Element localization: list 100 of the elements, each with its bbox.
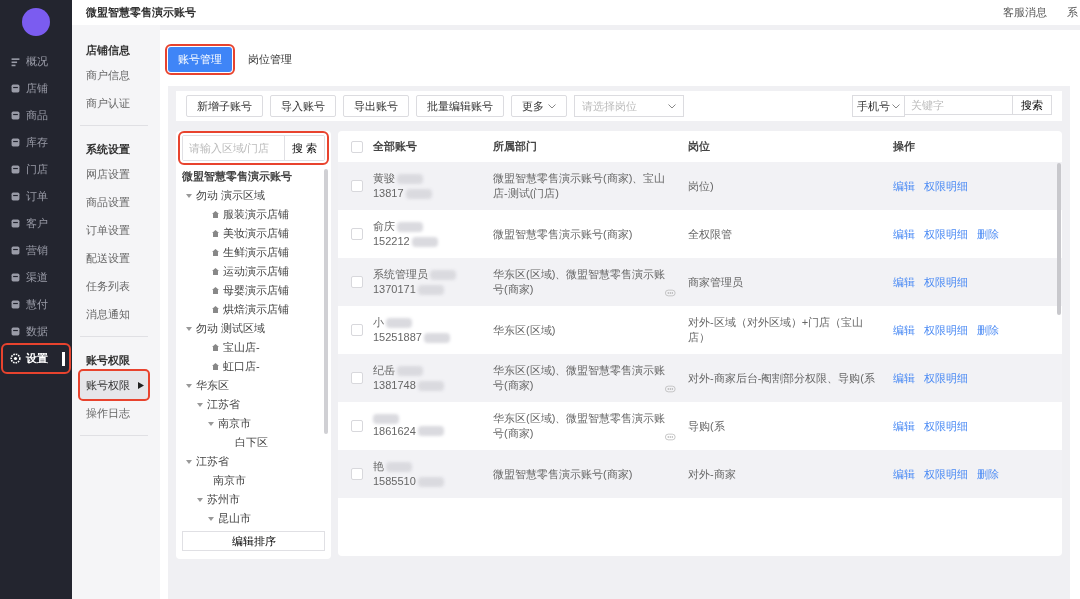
checkbox[interactable]: [351, 276, 363, 288]
toolbar-button[interactable]: 新增子账号: [186, 95, 263, 117]
action-link[interactable]: 权限明细: [924, 178, 968, 194]
action-link[interactable]: 编辑: [893, 178, 915, 194]
expanded-arrow-icon[interactable]: [186, 459, 192, 464]
tree-node[interactable]: 服装演示店铺: [223, 207, 289, 222]
department-text: 华东区(区域)、微盟智慧零售演示账号(商家): [493, 411, 666, 441]
tree-node[interactable]: 母婴演示店铺: [223, 283, 289, 298]
department-text: 微盟智慧零售演示账号(商家): [493, 226, 633, 242]
nav-item[interactable]: 营销: [3, 237, 69, 264]
action-link[interactable]: 编辑: [893, 322, 915, 338]
scrollbar[interactable]: [1057, 163, 1061, 315]
checkbox[interactable]: [351, 420, 363, 432]
tree-node[interactable]: 白下区: [235, 435, 268, 450]
nav-item[interactable]: 店铺: [3, 75, 69, 102]
submenu-item[interactable]: 商户信息: [80, 61, 148, 89]
tree-root[interactable]: 微盟智慧零售演示账号: [182, 167, 317, 186]
action-link[interactable]: 编辑: [893, 466, 915, 482]
checkbox[interactable]: [351, 372, 363, 384]
tree-search-button[interactable]: 搜 索: [283, 136, 324, 160]
action-link[interactable]: 权限明细: [924, 226, 968, 242]
submenu-item[interactable]: 网店设置: [80, 160, 148, 188]
tree-node[interactable]: 宝山店-: [223, 340, 260, 355]
tab[interactable]: 岗位管理: [238, 46, 302, 72]
redaction-mark: [417, 426, 444, 436]
nav-item[interactable]: 设置: [3, 345, 69, 372]
toolbar-button[interactable]: 批量编辑账号: [416, 95, 504, 117]
submenu-item[interactable]: 商户认证: [80, 89, 148, 117]
more-dropdown[interactable]: 更多: [511, 95, 567, 117]
keyword-field[interactable]: 关键字: [905, 95, 1013, 115]
search-button[interactable]: 搜索: [1013, 95, 1052, 115]
expanded-arrow-icon[interactable]: [186, 326, 192, 331]
expanded-arrow-icon[interactable]: [208, 421, 214, 426]
more-icon[interactable]: [665, 433, 676, 441]
action-link[interactable]: 权限明细: [924, 418, 968, 434]
toolbar-button[interactable]: 导出账号: [343, 95, 409, 117]
action-link[interactable]: 删除: [977, 226, 999, 242]
search-type-select[interactable]: 手机号: [852, 95, 905, 117]
tree-node[interactable]: 南京市: [218, 416, 251, 431]
action-link[interactable]: 编辑: [893, 274, 915, 290]
nav-item[interactable]: 门店: [3, 156, 69, 183]
toolbar-button[interactable]: 导入账号: [270, 95, 336, 117]
tab[interactable]: 账号管理: [168, 46, 232, 72]
tree-node[interactable]: 勿动 演示区域: [196, 188, 266, 203]
more-icon[interactable]: [665, 289, 676, 297]
action-link[interactable]: 编辑: [893, 226, 915, 242]
nav-item[interactable]: 慧付: [3, 291, 69, 318]
action-link[interactable]: 编辑: [893, 370, 915, 386]
action-link[interactable]: 删除: [977, 466, 999, 482]
tree-node[interactable]: 运动演示店铺: [223, 264, 289, 279]
sort-button[interactable]: 编辑排序: [182, 531, 325, 551]
nav-item[interactable]: 渠道: [3, 264, 69, 291]
checkbox[interactable]: [351, 180, 363, 192]
tree-node[interactable]: 美妆演示店铺: [223, 226, 289, 241]
action-link[interactable]: 权限明细: [924, 370, 968, 386]
nav-item[interactable]: 订单: [3, 183, 69, 210]
logo-icon[interactable]: [22, 8, 50, 36]
tree-node[interactable]: 南京市: [213, 473, 246, 488]
expanded-arrow-icon[interactable]: [186, 193, 192, 198]
tree-node[interactable]: 虹口店-: [223, 359, 260, 374]
checkbox[interactable]: [351, 468, 363, 480]
submenu-item[interactable]: 消息通知: [80, 300, 148, 328]
header-link[interactable]: 系: [1067, 5, 1078, 20]
checkbox[interactable]: [351, 324, 363, 336]
tree-node[interactable]: 苏州市: [207, 492, 240, 507]
tree-node[interactable]: 勿动 测试区域: [196, 321, 266, 336]
submenu-item[interactable]: 任务列表: [80, 272, 148, 300]
tree-node[interactable]: 昆山市: [218, 511, 251, 526]
more-icon[interactable]: [665, 385, 676, 393]
square-icon: [10, 83, 21, 94]
action-link[interactable]: 编辑: [893, 418, 915, 434]
checkbox[interactable]: [351, 140, 363, 153]
submenu-item[interactable]: 操作日志: [80, 399, 148, 427]
column-header: 岗位: [688, 139, 711, 154]
submenu-item[interactable]: 账号权限: [80, 371, 148, 399]
submenu-item[interactable]: 配送设置: [80, 244, 148, 272]
expanded-arrow-icon[interactable]: [186, 383, 192, 388]
submenu-item[interactable]: 订单设置: [80, 216, 148, 244]
nav-item[interactable]: 客户: [3, 210, 69, 237]
action-link[interactable]: 权限明细: [924, 466, 968, 482]
action-link[interactable]: 权限明细: [924, 322, 968, 338]
tree-node[interactable]: 生鲜演示店铺: [223, 245, 289, 260]
scrollbar[interactable]: [324, 169, 328, 434]
expanded-arrow-icon[interactable]: [197, 497, 203, 502]
action-link[interactable]: 权限明细: [924, 274, 968, 290]
tree-node[interactable]: 烘焙演示店铺: [223, 302, 289, 317]
tree-node[interactable]: 华东区: [196, 378, 229, 393]
tree-node[interactable]: 江苏省: [207, 397, 240, 412]
nav-item[interactable]: 库存: [3, 129, 69, 156]
action-link[interactable]: 删除: [977, 322, 999, 338]
expanded-arrow-icon[interactable]: [208, 516, 214, 521]
redaction-mark: [430, 269, 456, 280]
expanded-arrow-icon[interactable]: [197, 402, 203, 407]
tree-node[interactable]: 江苏省: [196, 454, 229, 469]
nav-item[interactable]: 数据: [3, 318, 69, 345]
header-link[interactable]: 客服消息: [1003, 5, 1047, 20]
nav-item[interactable]: 商品: [3, 102, 69, 129]
checkbox[interactable]: [351, 228, 363, 240]
submenu-item[interactable]: 商品设置: [80, 188, 148, 216]
nav-item[interactable]: 概况: [3, 48, 69, 75]
